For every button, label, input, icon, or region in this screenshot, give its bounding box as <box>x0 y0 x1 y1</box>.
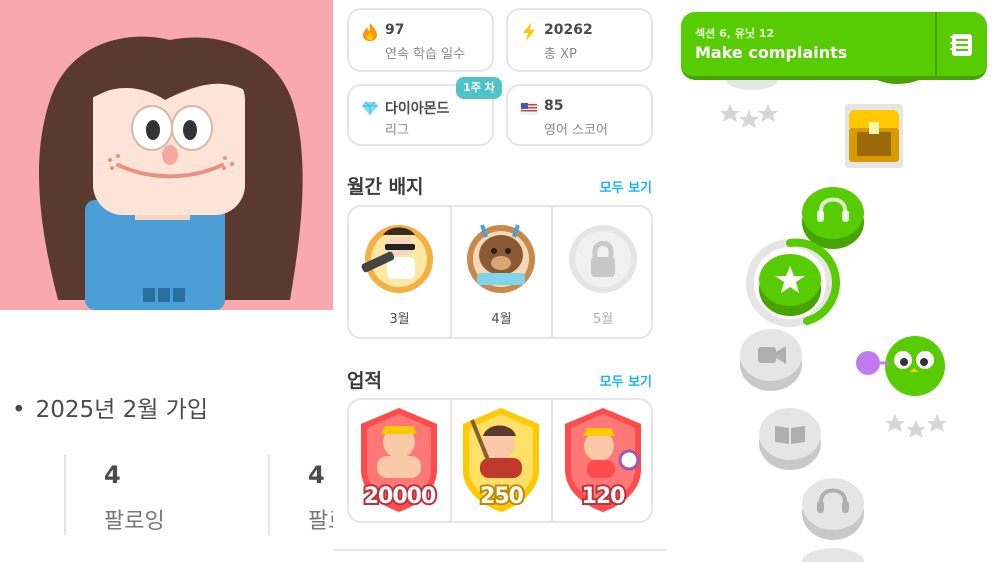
us-flag-icon <box>520 102 538 115</box>
badge-may-label: 5월 <box>592 312 614 327</box>
badge-april-label: 4월 <box>491 312 512 327</box>
learning-path-panel <box>667 0 1000 562</box>
monthly-badges-card: 3월 4월 5월 <box>347 205 653 339</box>
followers-label: 팔로워 <box>308 509 333 534</box>
badge-march-label: 3월 <box>389 312 410 327</box>
stars-icon <box>885 414 947 438</box>
diamond-icon <box>362 101 378 115</box>
english-score-label: 영어 스코어 <box>544 123 608 138</box>
achievement-strength[interactable]: 20000 <box>349 400 450 521</box>
divider <box>333 549 667 551</box>
stars-icon <box>720 104 778 128</box>
achievements-see-all[interactable]: 모두 보기 <box>600 371 652 390</box>
achievement-artist-value: 250 <box>478 482 526 511</box>
profile-panel: • 2025년 2월 가입 4 팔로잉 4 팔로워 <box>0 0 333 562</box>
xp-label: 총 XP <box>544 47 577 62</box>
english-score-card[interactable]: 85 영어 스코어 <box>506 84 653 146</box>
unit-banner[interactable]: 섹션 6, 유닛 12 Make complaints <box>681 12 987 80</box>
monthly-badges-see-all[interactable]: 모두 보기 <box>600 177 652 196</box>
guidebook-button[interactable] <box>937 12 987 76</box>
achievement-timer[interactable]: 120 <box>553 400 651 521</box>
achievement-timer-value: 120 <box>580 482 628 511</box>
xp-value: 20262 <box>544 22 593 38</box>
lock-icon <box>569 225 637 293</box>
lightning-icon <box>523 23 535 41</box>
achievements-card: 20000 250 120 <box>347 398 653 523</box>
learning-path <box>720 56 947 562</box>
duo-owl-icon <box>856 336 945 396</box>
join-date-text: 2025년 2월 가입 <box>35 397 209 423</box>
fire-icon <box>363 23 377 41</box>
unit-title: Make complaints <box>695 43 848 62</box>
streak-label: 연속 학습 일수 <box>385 47 466 62</box>
followers-stat[interactable]: 4 팔로워 <box>308 455 333 562</box>
achievement-strength-value: 20000 <box>362 482 439 511</box>
streak-card[interactable]: 97 연속 학습 일수 <box>347 8 494 72</box>
achievement-artist[interactable]: 250 <box>452 400 551 521</box>
treasure-chest-icon <box>845 104 903 168</box>
league-value: 다이아몬드 <box>385 101 450 117</box>
english-score-value: 85 <box>544 98 564 114</box>
avatar-illustration <box>38 36 303 310</box>
divider <box>64 455 66 535</box>
followers-count: 4 <box>308 461 325 489</box>
april-badge-icon <box>467 224 535 293</box>
section-label: 섹션 6, 유닛 12 <box>695 27 775 40</box>
following-label: 팔로잉 <box>104 509 165 534</box>
achievements-title: 업적 <box>347 370 382 392</box>
monthly-badges-title: 월간 배지 <box>347 176 424 198</box>
badge-march[interactable]: 3월 <box>349 207 450 337</box>
screenshot-root: • 2025년 2월 가입 4 팔로잉 4 팔로워 97 연속 학습 일수 202… <box>0 0 1000 562</box>
avatar <box>0 0 333 310</box>
league-label: 리그 <box>385 123 409 138</box>
following-stat[interactable]: 4 팔로잉 <box>104 455 264 562</box>
following-count: 4 <box>104 461 121 489</box>
badge-may[interactable]: 5월 <box>553 207 651 337</box>
join-date: • 2025년 2월 가입 <box>12 390 208 424</box>
divider <box>268 455 270 535</box>
bullet-icon: • <box>12 397 26 423</box>
streak-value: 97 <box>385 22 405 38</box>
guidebook-icon <box>950 34 972 56</box>
xp-card[interactable]: 20262 총 XP <box>506 8 653 72</box>
march-badge-icon <box>361 225 433 293</box>
week-badge: 1주 차 <box>456 77 502 99</box>
badge-april[interactable]: 4월 <box>452 207 551 337</box>
